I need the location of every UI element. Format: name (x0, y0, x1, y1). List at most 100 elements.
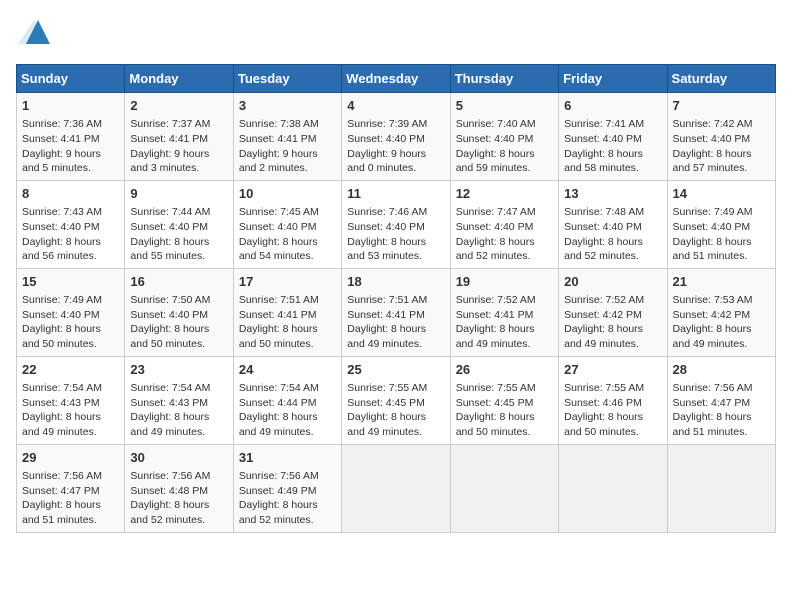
day-cell (667, 444, 775, 532)
weekday-header-friday: Friday (559, 65, 667, 93)
day-cell: 13 Sunrise: 7:48 AM Sunset: 4:40 PM Dayli… (559, 180, 667, 268)
calendar-header: SundayMondayTuesdayWednesdayThursdayFrid… (17, 65, 776, 93)
day-cell: 27Sunrise: 7:55 AM Sunset: 4:46 PM Dayli… (559, 356, 667, 444)
week-row-5: 29 Sunrise: 7:56 AM Sunset: 4:47 PM Dayli… (17, 444, 776, 532)
day-number: 2 (130, 97, 227, 115)
day-cell: 14 Sunrise: 7:49 AM Sunset: 4:40 PM Dayli… (667, 180, 775, 268)
day-info: Sunrise: 7:49 AM Sunset: 4:40 PM Dayligh… (22, 293, 119, 352)
day-cell: 17 Sunrise: 7:51 AM Sunset: 4:41 PM Dayli… (233, 268, 341, 356)
day-cell: 19 Sunrise: 7:52 AM Sunset: 4:41 PM Dayli… (450, 268, 558, 356)
day-number: 13 (564, 185, 661, 203)
day-cell: 9 Sunrise: 7:44 AM Sunset: 4:40 PM Daylig… (125, 180, 233, 268)
day-cell: 28 Sunrise: 7:56 AM Sunset: 4:47 PM Dayli… (667, 356, 775, 444)
day-cell: 31Sunrise: 7:56 AM Sunset: 4:49 PM Dayli… (233, 444, 341, 532)
day-info: Sunrise: 7:38 AM Sunset: 4:41 PM Dayligh… (239, 117, 336, 176)
day-info: Sunrise: 7:55 AM Sunset: 4:45 PM Dayligh… (456, 381, 553, 440)
day-number: 31 (239, 449, 336, 467)
day-info: Sunrise: 7:54 AM Sunset: 4:43 PM Dayligh… (22, 381, 119, 440)
day-number: 17 (239, 273, 336, 291)
day-info: Sunrise: 7:47 AM Sunset: 4:40 PM Dayligh… (456, 205, 553, 264)
day-number: 14 (673, 185, 770, 203)
day-number: 12 (456, 185, 553, 203)
day-number: 23 (130, 361, 227, 379)
day-number: 6 (564, 97, 661, 115)
day-cell: 16 Sunrise: 7:50 AM Sunset: 4:40 PM Dayli… (125, 268, 233, 356)
day-info: Sunrise: 7:49 AM Sunset: 4:40 PM Dayligh… (673, 205, 770, 264)
day-cell: 4 Sunrise: 7:39 AM Sunset: 4:40 PM Daylig… (342, 93, 450, 181)
day-info: Sunrise: 7:54 AM Sunset: 4:43 PM Dayligh… (130, 381, 227, 440)
day-cell: 26 Sunrise: 7:55 AM Sunset: 4:45 PM Dayli… (450, 356, 558, 444)
day-cell: 11 Sunrise: 7:46 AM Sunset: 4:40 PM Dayli… (342, 180, 450, 268)
day-number: 19 (456, 273, 553, 291)
day-info: Sunrise: 7:44 AM Sunset: 4:40 PM Dayligh… (130, 205, 227, 264)
day-info: Sunrise: 7:41 AM Sunset: 4:40 PM Dayligh… (564, 117, 661, 176)
day-info: Sunrise: 7:53 AM Sunset: 4:42 PM Dayligh… (673, 293, 770, 352)
day-number: 27 (564, 361, 661, 379)
day-cell: 12 Sunrise: 7:47 AM Sunset: 4:40 PM Dayli… (450, 180, 558, 268)
day-cell: 23 Sunrise: 7:54 AM Sunset: 4:43 PM Dayli… (125, 356, 233, 444)
day-number: 16 (130, 273, 227, 291)
weekday-header-saturday: Saturday (667, 65, 775, 93)
day-cell (559, 444, 667, 532)
day-number: 25 (347, 361, 444, 379)
logo (16, 16, 58, 52)
day-cell: 22 Sunrise: 7:54 AM Sunset: 4:43 PM Dayli… (17, 356, 125, 444)
day-info: Sunrise: 7:37 AM Sunset: 4:41 PM Dayligh… (130, 117, 227, 176)
day-number: 18 (347, 273, 444, 291)
day-cell: 2 Sunrise: 7:37 AM Sunset: 4:41 PM Daylig… (125, 93, 233, 181)
day-info: Sunrise: 7:46 AM Sunset: 4:40 PM Dayligh… (347, 205, 444, 264)
day-cell: 25 Sunrise: 7:55 AM Sunset: 4:45 PM Dayli… (342, 356, 450, 444)
day-cell: 15 Sunrise: 7:49 AM Sunset: 4:40 PM Dayli… (17, 268, 125, 356)
day-number: 22 (22, 361, 119, 379)
day-cell: 18 Sunrise: 7:51 AM Sunset: 4:41 PM Dayli… (342, 268, 450, 356)
day-info: Sunrise: 7:54 AM Sunset: 4:44 PM Dayligh… (239, 381, 336, 440)
week-row-4: 22 Sunrise: 7:54 AM Sunset: 4:43 PM Dayli… (17, 356, 776, 444)
day-number: 8 (22, 185, 119, 203)
day-info: Sunrise: 7:45 AM Sunset: 4:40 PM Dayligh… (239, 205, 336, 264)
day-cell: 24 Sunrise: 7:54 AM Sunset: 4:44 PM Dayli… (233, 356, 341, 444)
day-info: Sunrise: 7:52 AM Sunset: 4:41 PM Dayligh… (456, 293, 553, 352)
day-number: 15 (22, 273, 119, 291)
day-info: Sunrise: 7:51 AM Sunset: 4:41 PM Dayligh… (347, 293, 444, 352)
day-number: 7 (673, 97, 770, 115)
day-info: Sunrise: 7:50 AM Sunset: 4:40 PM Dayligh… (130, 293, 227, 352)
day-cell: 20Sunrise: 7:52 AM Sunset: 4:42 PM Dayli… (559, 268, 667, 356)
day-number: 24 (239, 361, 336, 379)
weekday-header-monday: Monday (125, 65, 233, 93)
day-number: 4 (347, 97, 444, 115)
weekday-header-wednesday: Wednesday (342, 65, 450, 93)
day-cell (450, 444, 558, 532)
day-info: Sunrise: 7:56 AM Sunset: 4:47 PM Dayligh… (22, 469, 119, 528)
day-info: Sunrise: 7:56 AM Sunset: 4:47 PM Dayligh… (673, 381, 770, 440)
week-row-2: 8 Sunrise: 7:43 AM Sunset: 4:40 PM Daylig… (17, 180, 776, 268)
day-number: 29 (22, 449, 119, 467)
day-cell: 6 Sunrise: 7:41 AM Sunset: 4:40 PM Daylig… (559, 93, 667, 181)
day-number: 21 (673, 273, 770, 291)
day-number: 5 (456, 97, 553, 115)
calendar: SundayMondayTuesdayWednesdayThursdayFrid… (16, 64, 776, 533)
day-number: 30 (130, 449, 227, 467)
week-row-3: 15 Sunrise: 7:49 AM Sunset: 4:40 PM Dayli… (17, 268, 776, 356)
day-number: 28 (673, 361, 770, 379)
day-cell: 30Sunrise: 7:56 AM Sunset: 4:48 PM Dayli… (125, 444, 233, 532)
day-cell: 29 Sunrise: 7:56 AM Sunset: 4:47 PM Dayli… (17, 444, 125, 532)
page-header (16, 16, 776, 52)
day-info: Sunrise: 7:39 AM Sunset: 4:40 PM Dayligh… (347, 117, 444, 176)
logo-icon (16, 16, 52, 52)
day-number: 11 (347, 185, 444, 203)
weekday-header-tuesday: Tuesday (233, 65, 341, 93)
day-number: 10 (239, 185, 336, 203)
day-info: Sunrise: 7:43 AM Sunset: 4:40 PM Dayligh… (22, 205, 119, 264)
day-number: 26 (456, 361, 553, 379)
day-cell: 7Sunrise: 7:42 AM Sunset: 4:40 PM Daylig… (667, 93, 775, 181)
day-number: 9 (130, 185, 227, 203)
day-number: 1 (22, 97, 119, 115)
day-info: Sunrise: 7:55 AM Sunset: 4:45 PM Dayligh… (347, 381, 444, 440)
day-info: Sunrise: 7:51 AM Sunset: 4:41 PM Dayligh… (239, 293, 336, 352)
day-info: Sunrise: 7:48 AM Sunset: 4:40 PM Dayligh… (564, 205, 661, 264)
day-info: Sunrise: 7:36 AM Sunset: 4:41 PM Dayligh… (22, 117, 119, 176)
day-cell: 5Sunrise: 7:40 AM Sunset: 4:40 PM Daylig… (450, 93, 558, 181)
day-cell: 3Sunrise: 7:38 AM Sunset: 4:41 PM Daylig… (233, 93, 341, 181)
week-row-1: 1 Sunrise: 7:36 AM Sunset: 4:41 PM Daylig… (17, 93, 776, 181)
day-cell: 1 Sunrise: 7:36 AM Sunset: 4:41 PM Daylig… (17, 93, 125, 181)
